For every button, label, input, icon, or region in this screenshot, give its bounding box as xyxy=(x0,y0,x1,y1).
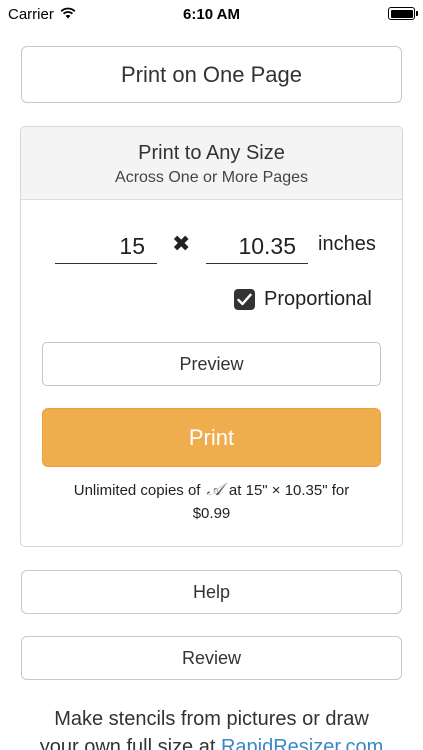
footer-text: Make stencils from pictures or draw your… xyxy=(0,705,423,750)
panel-title: Print to Any Size xyxy=(138,142,285,164)
preview-label: Preview xyxy=(179,353,244,374)
app-logo-glyph: 𝒜 xyxy=(206,480,223,500)
print-label: Print xyxy=(188,424,235,450)
rapidresizer-link[interactable]: RapidResizer.com xyxy=(221,736,383,750)
review-label: Review xyxy=(181,647,242,668)
print-button[interactable]: Print xyxy=(42,408,381,467)
proportional-toggle[interactable]: Proportional xyxy=(234,288,372,311)
note-prefix: Unlimited copies of xyxy=(73,482,201,499)
preview-button[interactable]: Preview xyxy=(42,342,381,386)
print-on-one-page-label: Print on One Page xyxy=(120,61,302,87)
width-field[interactable]: 15 xyxy=(55,228,157,264)
status-bar: Carrier 6:10 AM xyxy=(0,0,423,30)
panel-header: Print to Any Size Across One or More Pag… xyxy=(21,127,402,200)
help-button[interactable]: Help xyxy=(21,570,402,614)
footer-line-1: Make stencils from pictures or draw xyxy=(54,708,369,730)
footer-line-2: your own full size at RapidResizer.com xyxy=(0,733,423,750)
unit-label[interactable]: inches xyxy=(318,233,376,256)
checkmark-icon[interactable] xyxy=(234,289,255,310)
panel-subtitle: Across One or More Pages xyxy=(115,169,308,186)
any-size-panel: Print to Any Size Across One or More Pag… xyxy=(20,126,403,547)
times-icon: ✖ xyxy=(172,231,191,256)
battery-icon xyxy=(388,7,418,20)
print-on-one-page-button[interactable]: Print on One Page xyxy=(21,46,402,103)
note-suffix: at 15" × 10.35" for xyxy=(228,482,350,499)
price-label: $0.99 xyxy=(192,505,231,522)
help-label: Help xyxy=(192,581,231,602)
clock: 6:10 AM xyxy=(183,6,240,23)
price-note: Unlimited copies of 𝒜 at 15" × 10.35" fo… xyxy=(31,479,392,525)
height-field[interactable]: 10.35 xyxy=(206,228,308,264)
proportional-label: Proportional xyxy=(264,288,372,310)
footer-prefix: your own full size at xyxy=(39,736,221,750)
review-button[interactable]: Review xyxy=(21,636,402,680)
